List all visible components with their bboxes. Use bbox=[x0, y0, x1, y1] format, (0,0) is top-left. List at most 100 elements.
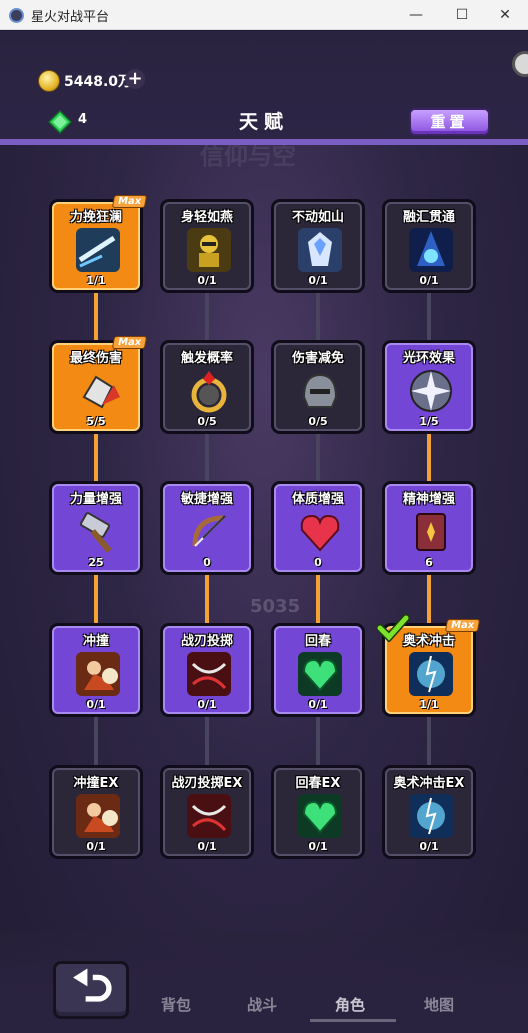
talent-card-body: 伤害减免 0/5 bbox=[274, 343, 362, 431]
talent-card[interactable]: 伤害减免 0/5 bbox=[271, 340, 365, 434]
arcane-blast-icon bbox=[409, 652, 453, 696]
talent-name: 身轻如燕 bbox=[180, 210, 233, 225]
talent-level: 0/1 bbox=[197, 698, 217, 711]
talent-card[interactable]: 身轻如燕 0/1 bbox=[160, 199, 254, 293]
talent-card[interactable]: 光环效果 1/5 bbox=[382, 340, 476, 434]
talent-card-body: 不动如山 0/1 bbox=[274, 202, 362, 290]
talent-level: 1/1 bbox=[419, 698, 439, 711]
talent-card[interactable]: 战刃投掷EX 0/1 bbox=[160, 765, 254, 859]
side-handle[interactable] bbox=[512, 51, 528, 77]
reset-button[interactable]: 重置 bbox=[409, 108, 490, 136]
maximize-button[interactable]: ☐ bbox=[439, 0, 485, 30]
talent-connector bbox=[205, 715, 209, 767]
close-button[interactable]: ✕ bbox=[482, 0, 528, 30]
minimize-button[interactable]: — bbox=[393, 0, 439, 30]
talent-level: 0 bbox=[203, 556, 211, 569]
talent-name: 冲撞 bbox=[82, 634, 109, 649]
nav-map[interactable]: 地图 bbox=[424, 994, 454, 1015]
talent-card-body: 战刃投掷 0/1 bbox=[163, 626, 251, 714]
talent-connector bbox=[94, 715, 98, 767]
talent-card[interactable]: 触发概率 0/5 bbox=[160, 340, 254, 434]
back-arrow-icon bbox=[73, 968, 112, 1002]
max-badge: Max bbox=[444, 619, 481, 632]
talent-name: 奥术冲击EX bbox=[393, 776, 465, 791]
talent-connector bbox=[205, 291, 209, 342]
talent-level: 0/1 bbox=[86, 698, 106, 711]
talent-card[interactable]: 回春EX 0/1 bbox=[271, 765, 365, 859]
charge-warrior-icon bbox=[76, 652, 120, 696]
talent-name: 敏捷增强 bbox=[180, 492, 233, 507]
background-ghost-number: 5035 bbox=[250, 596, 301, 617]
coin-count: 5448.0万 bbox=[64, 74, 133, 90]
talent-level: 0/5 bbox=[197, 415, 217, 428]
talent-level: 0 bbox=[314, 556, 322, 569]
talent-card[interactable]: 回春 0/1 bbox=[271, 623, 365, 717]
talent-card-body: 回春EX 0/1 bbox=[274, 768, 362, 856]
talent-card[interactable]: 冲撞 0/1 bbox=[49, 623, 143, 717]
add-coins-button[interactable]: + bbox=[125, 69, 145, 89]
hooded-mage-icon bbox=[409, 228, 453, 272]
talent-level: 1/1 bbox=[86, 274, 106, 287]
talent-card[interactable]: 冲撞EX 0/1 bbox=[49, 765, 143, 859]
talent-connector bbox=[427, 291, 431, 342]
talent-name: 光环效果 bbox=[402, 351, 455, 366]
talent-card[interactable]: 敏捷增强 0 bbox=[160, 481, 254, 575]
talent-card[interactable]: 最终伤害 5/5 Max bbox=[49, 336, 148, 434]
talent-level: 1/5 bbox=[419, 415, 439, 428]
helmet-icon bbox=[302, 373, 338, 408]
talent-card-body: 回春 0/1 bbox=[274, 626, 362, 714]
talent-name: 战刃投掷EX bbox=[171, 776, 243, 791]
coin-icon bbox=[38, 70, 60, 92]
talent-card-body: 身轻如燕 0/1 bbox=[163, 202, 251, 290]
talent-connector bbox=[205, 573, 209, 625]
talent-connector bbox=[427, 573, 431, 625]
talent-name: 力挽狂澜 bbox=[69, 210, 122, 225]
talent-card-body: 光环效果 1/5 bbox=[385, 343, 473, 431]
talent-level: 0/1 bbox=[308, 840, 328, 853]
green-heart-gem-icon bbox=[298, 794, 342, 838]
talent-level: 0/5 bbox=[308, 415, 328, 428]
talent-name: 伤害减免 bbox=[291, 351, 344, 366]
talent-name: 回春 bbox=[304, 634, 331, 649]
talent-card[interactable]: 奥术冲击EX 0/1 bbox=[382, 765, 476, 859]
talent-card[interactable]: 融汇贯通 0/1 bbox=[382, 199, 476, 293]
talent-name: 精神增强 bbox=[402, 492, 455, 507]
talent-card[interactable]: 不动如山 0/1 bbox=[271, 199, 365, 293]
talent-name: 融汇贯通 bbox=[402, 210, 455, 225]
talent-name: 冲撞EX bbox=[73, 776, 119, 791]
talent-card[interactable]: 体质增强 0 bbox=[271, 481, 365, 575]
hammer-icon bbox=[79, 512, 112, 553]
window-titlebar: 星火对战平台 — ☐ ✕ bbox=[0, 0, 528, 30]
talent-name: 回春EX bbox=[295, 776, 341, 791]
talent-card-body: 最终伤害 5/5 Max bbox=[52, 336, 148, 431]
sword-dash-icon bbox=[76, 228, 120, 272]
blade-throw-icon bbox=[187, 652, 231, 696]
talent-connector bbox=[205, 432, 209, 483]
nav-hero[interactable]: 角色 bbox=[335, 994, 365, 1015]
nav-active-indicator bbox=[310, 1019, 396, 1022]
top-bar: 5448.0万 + 4 天赋 重置 bbox=[0, 31, 528, 142]
talent-connector bbox=[316, 432, 320, 483]
talent-card[interactable]: 精神增强 6 bbox=[382, 481, 476, 575]
talent-connector bbox=[94, 291, 98, 342]
talent-card[interactable]: 战刃投掷 0/1 bbox=[160, 623, 254, 717]
talent-card[interactable]: 力量增强 25 bbox=[49, 481, 143, 575]
ring-icon bbox=[191, 371, 227, 413]
talent-card-body: 冲撞EX 0/1 bbox=[52, 768, 140, 856]
bow-icon bbox=[192, 515, 226, 547]
talent-card-body: 融汇贯通 0/1 bbox=[385, 202, 473, 290]
nav-battle[interactable]: 战斗 bbox=[247, 994, 277, 1015]
blade-throw-icon bbox=[187, 794, 231, 838]
talent-card[interactable]: 奥术冲击 1/1 Max bbox=[377, 614, 481, 717]
armored-knight-icon bbox=[298, 228, 342, 272]
talent-name: 触发概率 bbox=[180, 351, 233, 366]
nav-bag[interactable]: 背包 bbox=[161, 994, 191, 1015]
heart-icon bbox=[300, 514, 340, 552]
back-button[interactable] bbox=[53, 961, 129, 1019]
talent-connector bbox=[316, 291, 320, 342]
spellbook-icon bbox=[416, 513, 446, 551]
talent-name: 战刃投掷 bbox=[180, 634, 233, 649]
talent-card[interactable]: 力挽狂澜 1/1 Max bbox=[49, 195, 148, 293]
talent-card-body: 触发概率 0/5 bbox=[163, 343, 251, 431]
talent-level: 0/1 bbox=[197, 274, 217, 287]
